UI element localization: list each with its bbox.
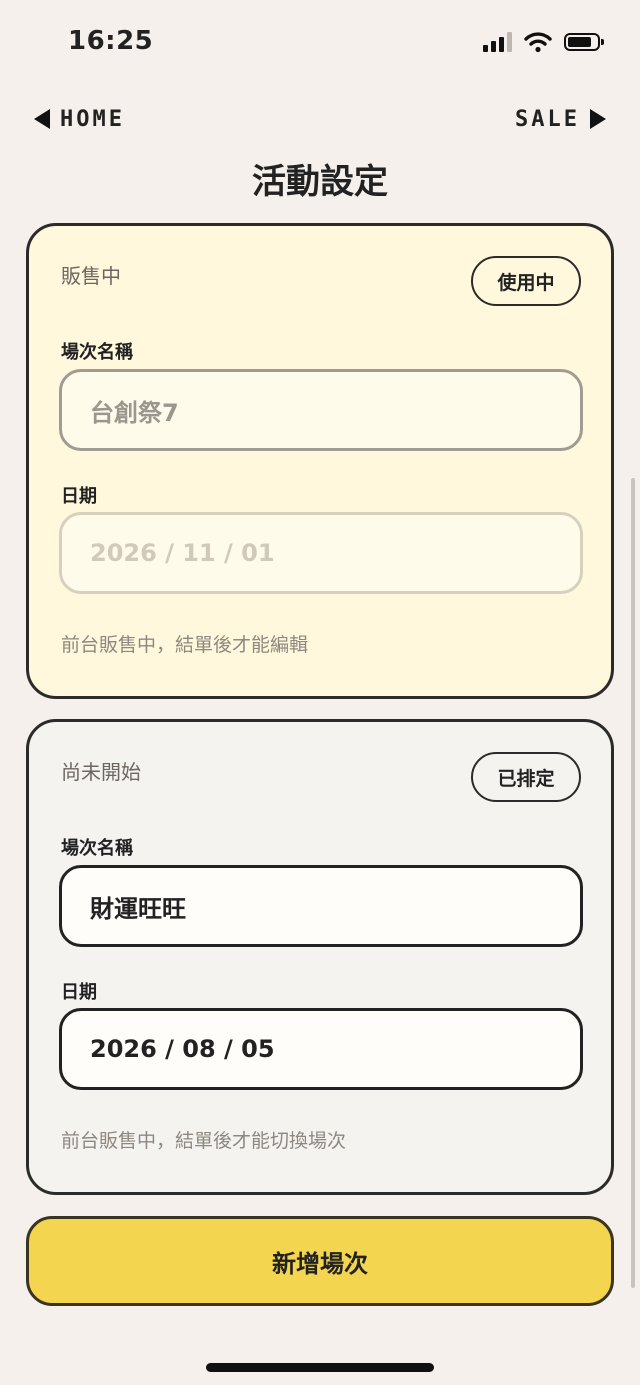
scrollbar[interactable] bbox=[631, 478, 635, 1288]
wifi-icon bbox=[524, 32, 552, 53]
status-time: 16:25 bbox=[68, 26, 154, 56]
page-title: 活動設定 bbox=[252, 162, 388, 202]
nav-home-button[interactable]: HOME bbox=[34, 104, 125, 134]
battery-icon bbox=[564, 33, 604, 51]
active-event-card: 販售中 使用中 場次名稱 台創祭7 日期 2026 / 11 / 01 前台販售… bbox=[26, 223, 614, 699]
nav-home-label: HOME bbox=[60, 106, 125, 132]
pending-event-card: 尚未開始 已排定 場次名稱 財運旺旺 日期 2026 / 08 / 05 前台販… bbox=[26, 719, 614, 1195]
status-icons bbox=[483, 31, 604, 53]
active-event-date-field: 2026 / 11 / 01 bbox=[59, 512, 583, 594]
pending-event-date-label: 日期 bbox=[61, 982, 97, 1003]
pending-event-name-label: 場次名稱 bbox=[61, 838, 133, 859]
cellular-signal-icon bbox=[483, 32, 512, 52]
home-indicator[interactable] bbox=[206, 1363, 434, 1372]
status-bar: 16:25 bbox=[0, 0, 640, 84]
nav-sale-label: SALE bbox=[515, 106, 580, 132]
pending-event-name-input[interactable]: 財運旺旺 bbox=[59, 865, 583, 947]
pending-event-status: 尚未開始 bbox=[61, 760, 141, 784]
active-event-hint: 前台販售中，結單後才能編輯 bbox=[61, 634, 309, 656]
active-event-name-label: 場次名稱 bbox=[61, 342, 133, 363]
arrow-left-icon bbox=[34, 109, 50, 129]
active-event-status: 販售中 bbox=[61, 264, 121, 288]
active-event-name-field: 台創祭7 bbox=[59, 369, 583, 451]
in-use-badge[interactable]: 使用中 bbox=[471, 256, 581, 306]
arrow-right-icon bbox=[590, 109, 606, 129]
active-event-date-label: 日期 bbox=[61, 486, 97, 507]
add-event-button[interactable]: 新增場次 bbox=[26, 1216, 614, 1306]
scheduled-badge[interactable]: 已排定 bbox=[471, 752, 581, 802]
nav-sale-button[interactable]: SALE bbox=[515, 104, 606, 134]
pending-event-date-input[interactable]: 2026 / 08 / 05 bbox=[59, 1008, 583, 1090]
pending-event-hint: 前台販售中，結單後才能切換場次 bbox=[61, 1130, 347, 1152]
